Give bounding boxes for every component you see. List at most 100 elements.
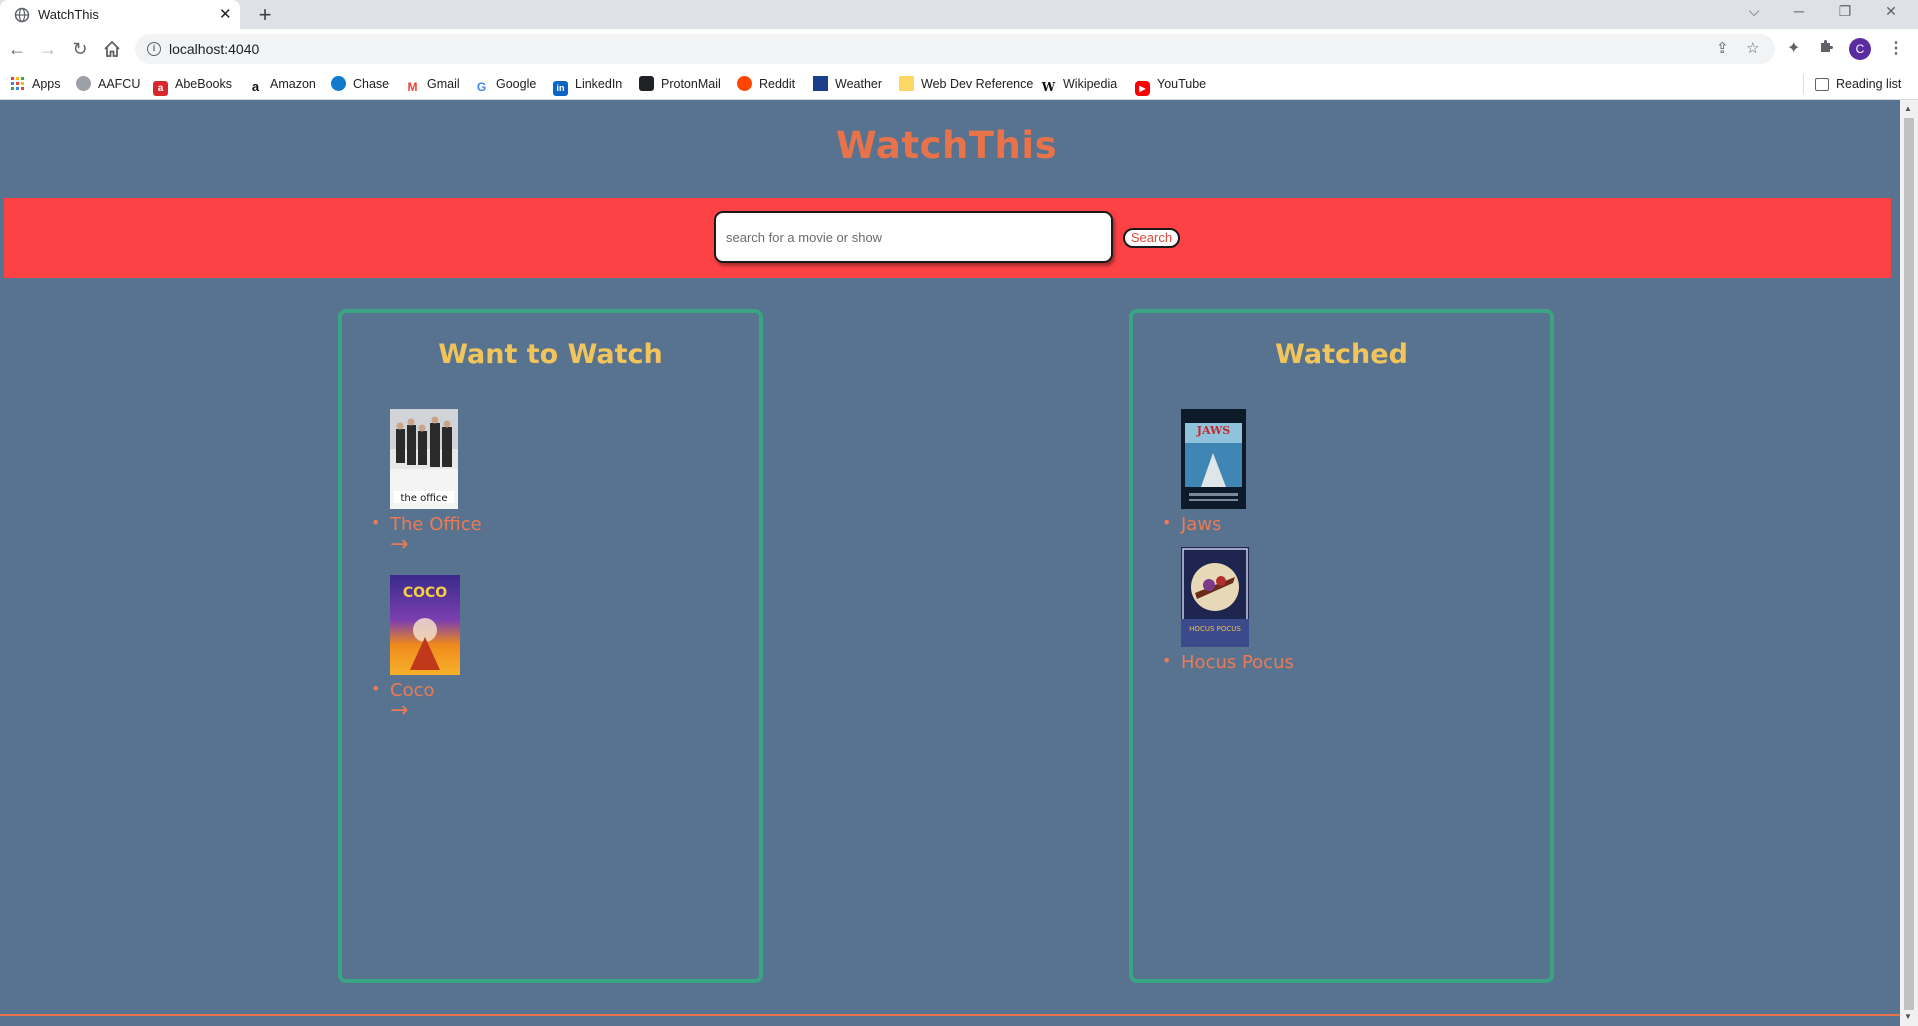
bookmark-weather[interactable]: Weather — [813, 74, 882, 94]
chase-icon — [331, 76, 346, 91]
apps-grid-icon — [11, 77, 24, 90]
wikipedia-icon: W — [1041, 80, 1056, 95]
svg-text:JAWS: JAWS — [1196, 424, 1231, 437]
restore-icon[interactable]: ❐ — [1830, 3, 1860, 20]
list-item: COCO Coco → — [371, 575, 460, 722]
back-icon[interactable]: ← — [6, 38, 28, 60]
reading-list-icon — [1815, 78, 1829, 91]
bookmark-label: LinkedIn — [575, 77, 623, 91]
search-button[interactable]: Search — [1123, 228, 1180, 248]
reddit-icon — [737, 76, 752, 91]
globe-icon — [76, 76, 91, 91]
bookmarks-divider — [1803, 74, 1804, 94]
svg-text:COCO: COCO — [403, 585, 447, 601]
bookmark-aafcu[interactable]: AAFCU — [76, 74, 140, 94]
bookmark-label: Amazon — [270, 77, 316, 91]
search-input[interactable] — [714, 211, 1113, 263]
extension-bug-icon[interactable]: ✦ — [1787, 38, 1800, 58]
bookmark-chase[interactable]: Chase — [331, 74, 389, 94]
bookmark-label: ProtonMail — [661, 77, 721, 91]
bookmark-abebooks[interactable]: a AbeBooks — [153, 74, 232, 96]
url-text: localhost:4040 — [169, 41, 260, 57]
bookmark-gmail[interactable]: M Gmail — [405, 74, 460, 95]
item-title[interactable]: Coco — [371, 679, 460, 701]
reload-icon[interactable]: ↻ — [69, 38, 91, 60]
bookmark-label: Wikipedia — [1063, 77, 1118, 91]
bookmark-protonmail[interactable]: ProtonMail — [639, 74, 721, 94]
scrollbar-thumb[interactable] — [1904, 118, 1914, 1010]
minimize-icon[interactable]: ─ — [1784, 3, 1814, 19]
profile-avatar[interactable]: C — [1849, 38, 1871, 60]
bookmark-label: Web Dev Reference — [921, 77, 1034, 91]
bookmark-star-icon[interactable]: ☆ — [1746, 39, 1759, 57]
list-item: HOCUS POCUS Hocus Pocus — [1162, 547, 1294, 673]
list-item: the office The Office → — [371, 409, 482, 556]
browser-toolbar: ← → ↻ i localhost:4040 ⇪ ☆ ✦ C ⋮ — [0, 29, 1918, 69]
bookmark-linkedin[interactable]: in LinkedIn — [553, 74, 623, 96]
want-to-watch-column: Want to Watch the office The Office — [338, 309, 763, 983]
bookmark-label: YouTube — [1157, 77, 1207, 91]
scroll-up-icon[interactable]: ▲ — [1904, 104, 1912, 113]
watched-column: Watched JAWS Jaws HOCUS POCUS — [1129, 309, 1554, 983]
page-scrollbar[interactable]: ▲ ▼ — [1900, 100, 1918, 1026]
reading-list-button[interactable]: Reading list — [1815, 74, 1901, 94]
tab-search-icon[interactable]: ⌵ — [1739, 3, 1769, 20]
tab-strip: WatchThis ✕ + ⌵ ─ ❐ ✕ — [0, 0, 1918, 29]
bookmark-label: AAFCU — [98, 77, 141, 91]
bookmark-label: Weather — [835, 77, 883, 91]
google-icon: G — [474, 80, 489, 95]
home-icon[interactable] — [101, 38, 123, 60]
footer-divider — [0, 1014, 1900, 1016]
move-to-watched-arrow-icon[interactable]: → — [390, 700, 460, 722]
reading-list-label: Reading list — [1836, 77, 1902, 91]
bookmark-label: Google — [496, 77, 537, 91]
bookmark-label: AbeBooks — [175, 77, 232, 91]
abebooks-icon: a — [153, 81, 168, 96]
the-office-poster-image[interactable]: the office — [390, 409, 458, 509]
forward-icon[interactable]: → — [37, 38, 59, 60]
folder-icon — [899, 76, 914, 91]
tab-title: WatchThis — [38, 7, 99, 22]
amazon-icon: a — [248, 79, 263, 94]
bookmark-amazon[interactable]: a Amazon — [248, 74, 316, 94]
list-item: JAWS Jaws — [1162, 409, 1246, 535]
hocus-pocus-poster-image[interactable]: HOCUS POCUS — [1181, 547, 1249, 647]
bookmark-wikipedia[interactable]: W Wikipedia — [1041, 74, 1118, 95]
jaws-poster-image[interactable]: JAWS — [1181, 409, 1246, 509]
gmail-icon: M — [405, 80, 420, 95]
menu-kebab-icon[interactable]: ⋮ — [1888, 38, 1904, 58]
bookmark-apps[interactable]: Apps — [10, 74, 61, 94]
tab-watchthis[interactable]: WatchThis ✕ — [0, 0, 240, 29]
globe-icon — [14, 7, 30, 23]
weather-icon — [813, 76, 828, 91]
extensions-puzzle-icon[interactable] — [1818, 38, 1834, 54]
close-tab-icon[interactable]: ✕ — [219, 5, 232, 23]
move-to-watched-arrow-icon[interactable]: → — [390, 534, 482, 556]
share-icon[interactable]: ⇪ — [1716, 39, 1729, 57]
bookmark-google[interactable]: G Google — [474, 74, 537, 95]
scroll-down-icon[interactable]: ▼ — [1904, 1012, 1912, 1021]
search-bar-band: Search — [4, 198, 1891, 278]
item-title[interactable]: Hocus Pocus — [1162, 651, 1294, 673]
new-tab-button[interactable]: + — [251, 2, 279, 27]
coco-poster-image[interactable]: COCO — [390, 575, 460, 675]
bookmark-label: Chase — [353, 77, 390, 91]
bookmark-folder-web-dev-reference[interactable]: Web Dev Reference — [899, 74, 1033, 94]
svg-text:the office: the office — [400, 493, 447, 504]
address-bar[interactable]: i localhost:4040 ⇪ ☆ — [135, 34, 1775, 64]
linkedin-icon: in — [553, 81, 568, 96]
protonmail-icon — [639, 76, 654, 91]
item-title[interactable]: Jaws — [1162, 513, 1246, 535]
want-to-watch-heading: Want to Watch — [438, 339, 663, 370]
watched-heading: Watched — [1275, 339, 1408, 370]
site-info-icon[interactable]: i — [147, 42, 161, 56]
close-window-icon[interactable]: ✕ — [1876, 3, 1906, 20]
svg-text:HOCUS POCUS: HOCUS POCUS — [1189, 625, 1241, 633]
bookmark-reddit[interactable]: Reddit — [737, 74, 795, 94]
item-title[interactable]: The Office — [371, 513, 482, 535]
page-content: WatchThis Search Want to Watch — [0, 100, 1900, 1026]
bookmark-label: Apps — [32, 77, 61, 91]
app-title: WatchThis — [835, 124, 1058, 167]
bookmark-youtube[interactable]: ▶ YouTube — [1135, 74, 1207, 96]
bookmark-label: Reddit — [759, 77, 796, 91]
